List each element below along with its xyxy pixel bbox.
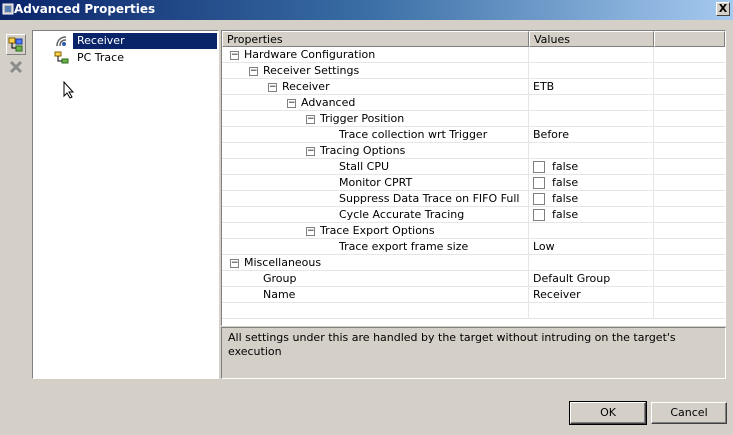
cycle-accurate-checkbox[interactable] [533,209,545,221]
title-bar: Advanced Properties X [0,0,733,20]
collapse-icon[interactable]: − [268,83,277,92]
grid-header: Properties Values [222,31,725,47]
row-value[interactable]: ETB [533,79,554,95]
grid-row[interactable]: − Receiver Settings [222,63,725,79]
collapse-icon[interactable]: − [306,115,315,124]
row-label: Monitor CPRT [339,176,413,189]
row-value: false [552,160,579,173]
grid-row[interactable]: − Trigger Position [222,111,725,127]
row-label: Trace Export Options [320,224,435,237]
grid-row[interactable]: Cycle Accurate Tracing false [222,207,725,223]
collapse-icon[interactable]: − [230,51,239,60]
close-button[interactable]: X [716,2,730,16]
collapse-icon[interactable]: − [230,259,239,268]
row-value: false [552,208,579,221]
mouse-cursor-icon [63,81,75,99]
property-grid[interactable]: Properties Values − Hardware Configurati… [221,30,726,326]
grid-row[interactable]: − Miscellaneous [222,255,725,271]
row-label: Group [263,272,297,285]
add-trace-button[interactable] [6,34,26,55]
collapse-icon[interactable]: − [287,99,296,108]
grid-row[interactable]: Name Receiver [222,287,725,303]
row-value[interactable]: Before [533,127,569,143]
monitor-cprt-checkbox[interactable] [533,177,545,189]
delete-button[interactable] [6,56,26,77]
grid-row[interactable]: Trace collection wrt Trigger Before [222,127,725,143]
tree-item-label: Receiver [77,34,125,47]
row-label: Stall CPU [339,160,390,173]
collapse-icon[interactable]: − [306,147,315,156]
grid-row[interactable]: − Hardware Configuration [222,47,725,63]
collapse-icon[interactable]: − [249,67,258,76]
ok-button[interactable]: OK [569,401,647,425]
grid-row[interactable]: − Receiver ETB [222,79,725,95]
row-value: false [552,192,579,205]
tree-item-receiver[interactable]: Receiver [34,33,217,49]
grid-row[interactable]: Trace export frame size Low [222,239,725,255]
row-label: Advanced [301,96,356,109]
suppress-data-trace-checkbox[interactable] [533,193,545,205]
pc-trace-icon [54,51,69,64]
grid-row[interactable]: − Tracing Options [222,143,725,159]
grid-row[interactable]: Suppress Data Trace on FIFO Full false [222,191,725,207]
grid-row[interactable]: − Trace Export Options [222,223,725,239]
row-label: Suppress Data Trace on FIFO Full [339,192,520,205]
grid-row-empty [222,303,725,319]
row-label: Receiver Settings [263,64,360,77]
header-values[interactable]: Values [529,31,654,47]
row-value[interactable]: Low [533,239,555,255]
header-properties[interactable]: Properties [222,31,529,47]
row-label: Tracing Options [320,144,406,157]
delete-icon [9,60,23,73]
row-label: Trace collection wrt Trigger [339,128,488,141]
grid-row[interactable]: Stall CPU false [222,159,725,175]
add-trace-icon [8,37,23,51]
row-label: Trigger Position [320,112,405,125]
stall-cpu-checkbox[interactable] [533,161,545,173]
row-label: Receiver [282,80,330,93]
row-value[interactable]: Default Group [533,271,610,287]
receiver-icon [56,36,67,47]
grid-row[interactable]: − Advanced [222,95,725,111]
cancel-button[interactable]: Cancel [651,402,727,424]
row-value: false [552,176,579,189]
row-label: Hardware Configuration [244,48,376,61]
row-label: Cycle Accurate Tracing [339,208,465,221]
description-panel: All settings under this are handled by t… [221,327,726,379]
tree-item-label: PC Trace [77,51,124,64]
row-label: Name [263,288,296,301]
window-title: Advanced Properties [14,2,156,16]
row-value[interactable]: Receiver [533,287,581,303]
app-icon [2,3,14,15]
grid-row[interactable]: Group Default Group [222,271,725,287]
row-label: Miscellaneous [244,256,322,269]
collapse-icon[interactable]: − [306,227,315,236]
tree-item-pc-trace[interactable]: PC Trace [34,50,217,66]
header-spacer [654,31,725,47]
trace-tree[interactable]: Receiver PC Trace [32,30,219,379]
grid-row[interactable]: Monitor CPRT false [222,175,725,191]
row-label: Trace export frame size [339,240,469,253]
